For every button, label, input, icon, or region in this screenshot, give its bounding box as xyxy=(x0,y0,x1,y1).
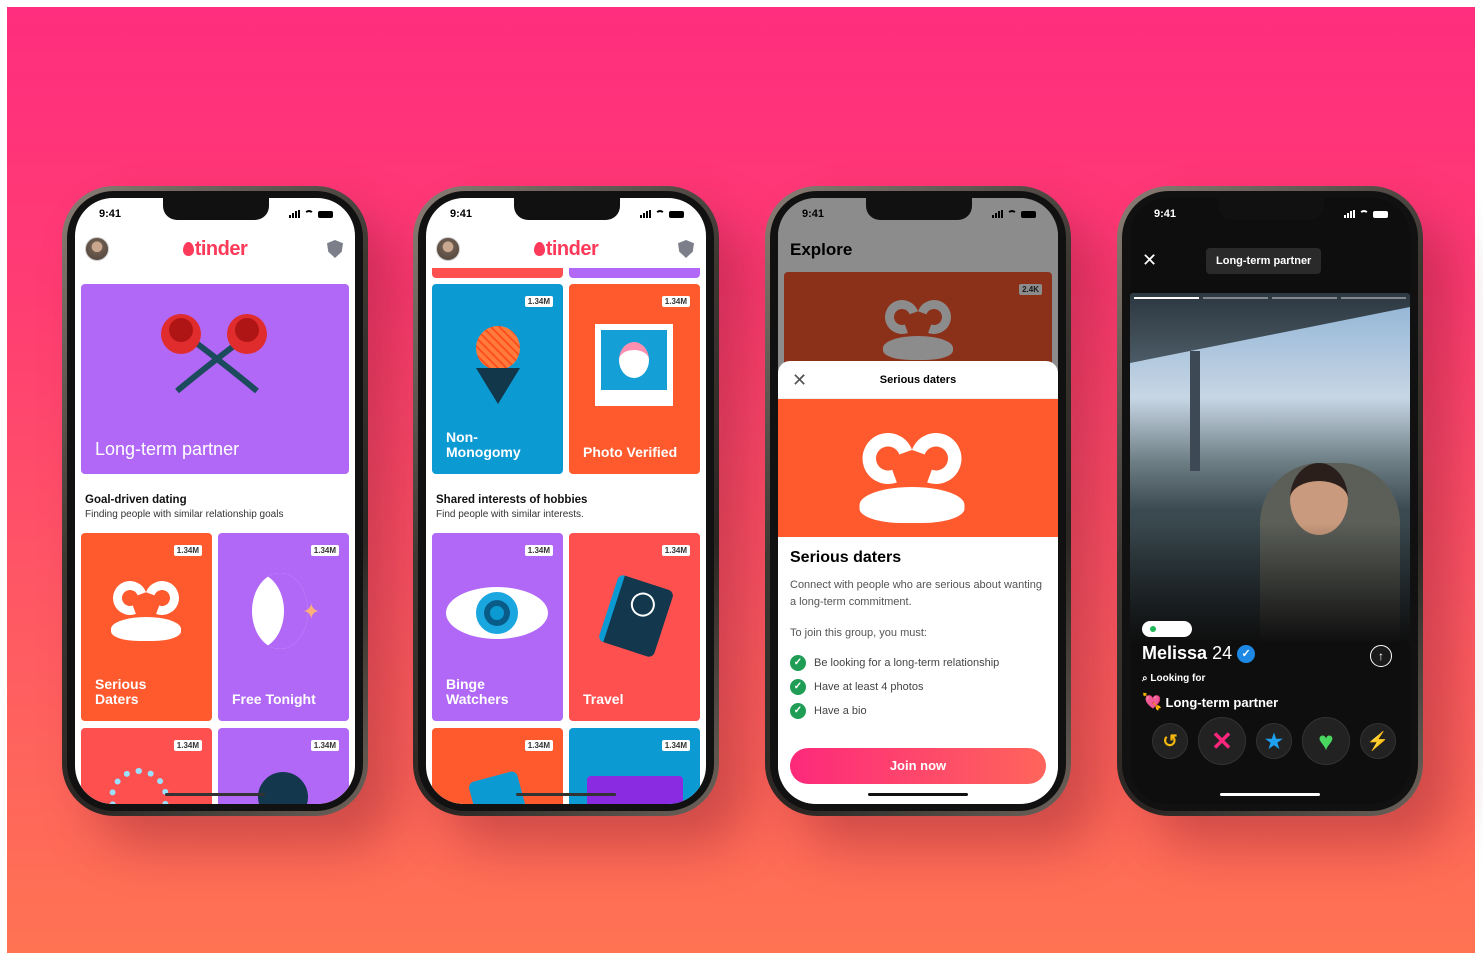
star-icon: ★ xyxy=(1265,730,1283,753)
boost-button[interactable]: ⚡ xyxy=(1360,723,1396,759)
profile-name: Melissa xyxy=(1142,643,1208,663)
rewind-button[interactable]: ↺ xyxy=(1152,723,1188,759)
card-serious-daters[interactable]: 1.34M Serious Daters xyxy=(81,533,212,721)
card-label: Free Tonight xyxy=(232,691,316,707)
section-goal-driven: Goal-driven dating Finding people with s… xyxy=(85,494,284,520)
profile-name-line: Melissa 24 ✓ xyxy=(1142,643,1256,664)
card-binge-watchers[interactable]: 1.34M Binge Watchers xyxy=(432,533,563,721)
passport-icon xyxy=(597,573,675,659)
requirement-item: ✓ Have at least 4 photos xyxy=(790,679,1046,695)
star-icon: ✦ xyxy=(302,599,321,624)
screen-1: 9:41 tinder Long-term partner Goal-drive… xyxy=(75,198,355,804)
member-count-badge: 1.34M xyxy=(173,740,202,751)
looking-for-label: ⌕ Looking for xyxy=(1142,673,1206,684)
swans-icon xyxy=(854,424,970,523)
sheet-hero xyxy=(778,399,1058,537)
eye-icon xyxy=(446,587,548,639)
flame-icon xyxy=(182,242,194,256)
rewind-icon: ↺ xyxy=(1162,730,1178,751)
photo-progress xyxy=(1134,297,1406,299)
member-count-badge: 1.34M xyxy=(173,545,202,556)
profile-photo[interactable] xyxy=(1130,293,1410,643)
check-icon: ✓ xyxy=(790,679,806,695)
bracelet-icon xyxy=(109,768,169,804)
hero-card-long-term[interactable]: Long-term partner xyxy=(81,284,349,474)
group-title: Serious daters xyxy=(790,549,902,566)
section-shared-interests: Shared interests of hobbies Find people … xyxy=(436,494,588,520)
member-count-badge: 1.34M xyxy=(524,740,553,751)
flame-icon xyxy=(533,242,545,256)
pineapple-icon xyxy=(476,326,520,370)
member-count-badge: 1.34M xyxy=(661,545,690,556)
requirement-item: ✓ Have a bio xyxy=(790,703,1046,719)
x-icon: ✕ xyxy=(1211,725,1233,756)
phone-4: 9:41 ✕ Long-term partner Melissa 24 ✓ ↑ … xyxy=(1117,186,1423,816)
group-sheet: ✕ Serious daters Serious daters Connect … xyxy=(778,361,1058,804)
search-icon: ⌕ xyxy=(1142,673,1148,684)
photo-frame-icon xyxy=(595,324,673,406)
heart-arrow-icon: 💘 xyxy=(1142,694,1162,711)
member-count-badge: 1.34M xyxy=(661,740,690,751)
member-count-badge: 1.34M xyxy=(310,740,339,751)
check-icon: ✓ xyxy=(790,703,806,719)
cards-icon xyxy=(467,770,527,804)
member-count-badge: 1.34M xyxy=(661,296,690,307)
like-button[interactable]: ♥ xyxy=(1302,717,1350,765)
member-count-badge: 1.34M xyxy=(310,545,339,556)
screen-2: 9:41 tinder 1.34M Non- Monogomy 1.34M Pho… xyxy=(426,198,706,804)
status-time: 9:41 xyxy=(450,208,473,220)
cassette-icon xyxy=(587,776,683,804)
active-badge xyxy=(1142,621,1192,637)
phone-3: 9:41 Explore 2.4K ✕ Serious daters Serio… xyxy=(765,186,1071,816)
group-description: Connect with people who are serious abou… xyxy=(790,579,1042,608)
looking-for-value: Long-term partner xyxy=(1165,695,1279,710)
moon-icon xyxy=(252,573,308,649)
requirement-item: ✓ Be looking for a long-term relationship xyxy=(790,655,1046,671)
tinder-logo: tinder xyxy=(75,238,355,261)
card-label: Serious Daters xyxy=(95,676,147,707)
bomb-icon xyxy=(258,772,308,804)
member-count-badge: 1.34M xyxy=(524,545,553,556)
super-like-button[interactable]: ★ xyxy=(1256,723,1292,759)
phone-2: 9:41 tinder 1.34M Non- Monogomy 1.34M Pho… xyxy=(413,186,719,816)
card-scrolled-top-1 xyxy=(432,268,563,278)
looking-for-value-line: 💘 Long-term partner xyxy=(1142,692,1278,712)
card-free-tonight[interactable]: 1.34M ✦ Free Tonight xyxy=(218,533,349,721)
phone-1: 9:41 tinder Long-term partner Goal-drive… xyxy=(62,186,368,816)
card-non-monogamy[interactable]: 1.34M Non- Monogomy xyxy=(432,284,563,474)
status-time: 9:41 xyxy=(1154,208,1177,220)
hero-label: Long-term partner xyxy=(95,439,240,459)
card-photo-verified[interactable]: 1.34M Photo Verified xyxy=(569,284,700,474)
roses-icon xyxy=(161,314,267,394)
card-label: Non- Monogomy xyxy=(446,429,521,460)
screen-4: 9:41 ✕ Long-term partner Melissa 24 ✓ ↑ … xyxy=(1130,198,1410,804)
card-label: Travel xyxy=(583,691,624,707)
check-icon: ✓ xyxy=(790,655,806,671)
member-count-badge: 1.34M xyxy=(524,296,553,307)
join-now-button[interactable]: Join now xyxy=(790,748,1046,784)
card-label: Binge Watchers xyxy=(446,676,509,707)
profile-age: 24 xyxy=(1212,643,1233,663)
nope-button[interactable]: ✕ xyxy=(1198,717,1246,765)
swans-icon xyxy=(107,575,185,641)
card-scrolled-top-2 xyxy=(569,268,700,278)
tinder-logo: tinder xyxy=(426,238,706,261)
sheet-header: Serious daters xyxy=(879,374,957,386)
heart-icon: ♥ xyxy=(1318,725,1334,756)
requirements-intro: To join this group, you must: xyxy=(790,627,927,639)
status-time: 9:41 xyxy=(99,208,122,220)
card-travel[interactable]: 1.34M Travel xyxy=(569,533,700,721)
expand-profile-icon[interactable]: ↑ xyxy=(1370,645,1392,667)
verified-icon: ✓ xyxy=(1237,645,1256,663)
bolt-icon: ⚡ xyxy=(1366,730,1390,751)
group-chip: Long-term partner xyxy=(1206,248,1322,274)
close-icon[interactable]: ✕ xyxy=(1142,250,1157,271)
card-label: Photo Verified xyxy=(583,444,678,460)
screen-3: 9:41 Explore 2.4K ✕ Serious daters Serio… xyxy=(778,198,1058,804)
